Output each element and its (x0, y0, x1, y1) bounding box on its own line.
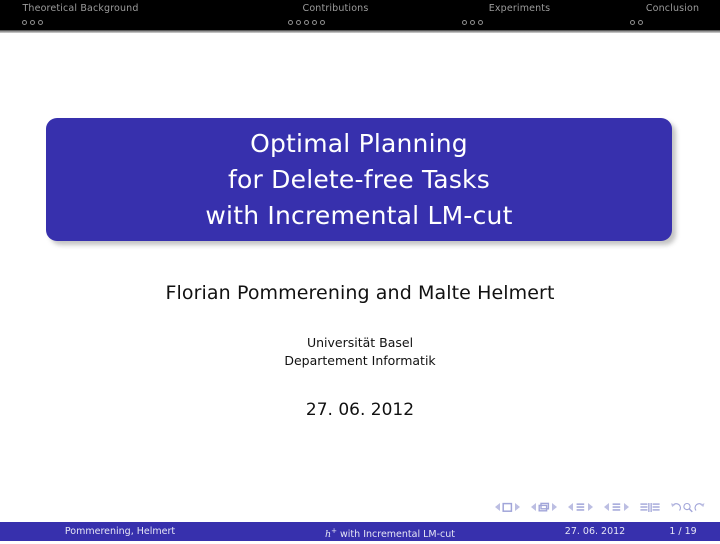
next-subsection-icon[interactable] (587, 502, 594, 512)
subsection-dot[interactable] (320, 19, 325, 25)
previous-slide-icon[interactable] (494, 502, 501, 512)
author-line: Florian Pommerening and Malte Helmert (165, 282, 555, 304)
title-line-2: for Delete-free Tasks (228, 164, 490, 194)
section-nav-dots[interactable] (18, 18, 255, 26)
history-navigation-group[interactable] (670, 502, 706, 513)
presentation-date: 27. 06. 2012 (305, 400, 415, 420)
search-icon[interactable] (682, 502, 694, 513)
next-frame-icon[interactable] (551, 502, 558, 512)
section-nav-label: Experiments (488, 3, 551, 14)
section-icon[interactable] (610, 502, 623, 513)
section-nav-experiments[interactable]: Experiments (445, 0, 625, 30)
footer-author: Pommerening, Helmert (64, 526, 176, 537)
section-nav-conclusion[interactable]: Conclusion (625, 0, 720, 30)
section-nav-label: Contributions (302, 3, 369, 14)
subsection-dot[interactable] (462, 19, 467, 25)
institute-line-1: Universität Basel (306, 335, 414, 350)
footer-bar: Pommerening, Helmert h+ with Incremental… (0, 522, 720, 541)
back-icon[interactable] (670, 502, 682, 513)
previous-subsection-icon[interactable] (567, 502, 574, 512)
subsection-dot[interactable] (22, 19, 27, 25)
subsection-dot[interactable] (470, 19, 475, 25)
section-navigation-group[interactable] (603, 502, 630, 513)
institute-line-2: Departement Informatik (284, 353, 436, 368)
section-nav-dots[interactable] (264, 18, 445, 26)
subsection-dot[interactable] (296, 19, 301, 25)
subsection-icon[interactable] (574, 502, 587, 513)
title-line-3: with Incremental LM-cut (205, 200, 513, 230)
subsection-dot[interactable] (288, 19, 293, 25)
subsection-navigation-group[interactable] (567, 502, 594, 513)
footer-date: 27. 06. 2012 (564, 526, 626, 537)
section-nav-dots[interactable] (625, 18, 720, 26)
forward-icon[interactable] (694, 502, 706, 513)
beginning-of-presentation-icon[interactable] (639, 502, 650, 513)
subsection-dot[interactable] (30, 19, 35, 25)
section-nav-contributions[interactable]: Contributions (255, 0, 445, 30)
slide-navigation-group[interactable] (494, 502, 521, 513)
section-nav-theoretical-background[interactable]: Theoretical Background (0, 0, 255, 30)
end-of-presentation-icon[interactable] (650, 502, 661, 513)
previous-frame-icon[interactable] (530, 502, 537, 512)
subsection-dot[interactable] (478, 19, 483, 25)
title-line-1: Optimal Planning (250, 128, 468, 158)
section-nav-label: Theoretical Background (22, 3, 139, 14)
institute-block: Universität Basel Departement Informatik (0, 334, 720, 370)
next-section-icon[interactable] (623, 502, 630, 512)
next-slide-icon[interactable] (514, 502, 521, 512)
title-block: Optimal Planning for Delete-free Tasks w… (46, 118, 676, 245)
beamer-navigation-symbols[interactable] (494, 500, 706, 514)
subsection-dot[interactable] (638, 19, 643, 25)
subsection-dot[interactable] (304, 19, 309, 25)
title-block-panel: Optimal Planning for Delete-free Tasks w… (46, 118, 672, 241)
section-nav-dots[interactable] (452, 18, 625, 26)
slide-icon[interactable] (501, 502, 514, 513)
subsection-dot[interactable] (38, 19, 43, 25)
section-nav-label: Conclusion (645, 3, 700, 14)
subsection-dot[interactable] (630, 19, 635, 25)
presentation-navigation-group[interactable] (639, 502, 661, 513)
subsection-dot[interactable] (312, 19, 317, 25)
footer-page-number: 1 / 19 (669, 526, 697, 537)
frame-navigation-group[interactable] (530, 502, 558, 513)
footer-title-rest: with Incremental LM-cut (337, 529, 455, 541)
section-navigation-bar: Theoretical Background Contributions Exp… (0, 0, 720, 30)
header-separator-rule (0, 30, 720, 33)
frame-icon[interactable] (537, 502, 551, 513)
previous-section-icon[interactable] (603, 502, 610, 512)
